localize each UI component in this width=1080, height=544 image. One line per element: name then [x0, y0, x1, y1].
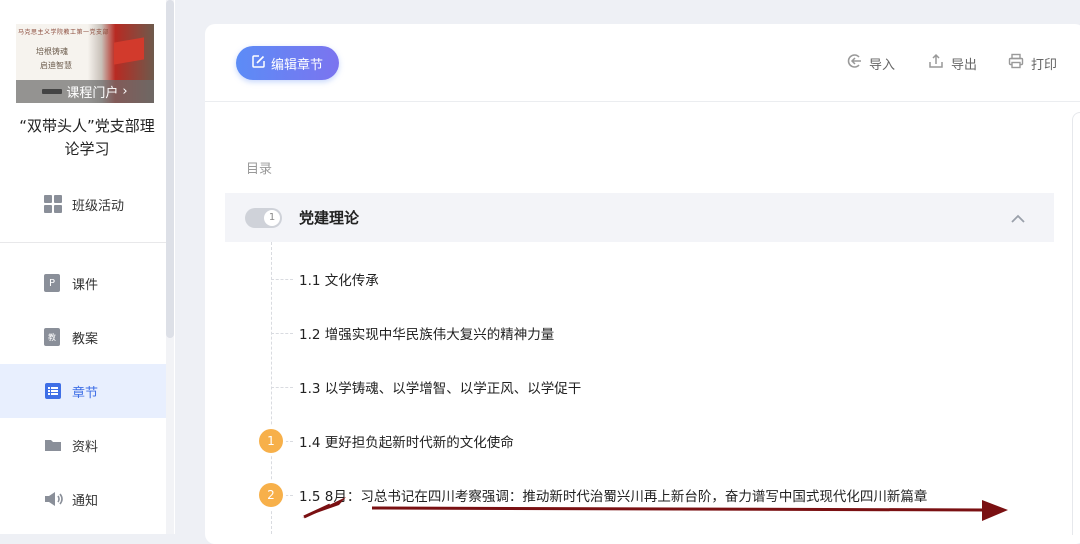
- section-item[interactable]: 1.3 以学铸魂、以学增智、以学正风、以学促干: [271, 377, 581, 397]
- sidebar-item-label: 通知: [72, 493, 99, 509]
- header-divider: [205, 101, 1080, 102]
- edit-chapters-button[interactable]: 编辑章节: [236, 46, 339, 80]
- cover-slogan-line2: 启迪智慧: [40, 61, 72, 70]
- course-cover[interactable]: 马克思主义学院教工第一党支部 培根铸魂 启迪智慧 课程门户 ›: [16, 24, 154, 103]
- side-panel-edge: [1072, 112, 1080, 535]
- folder-icon: [44, 436, 62, 454]
- list-icon: [44, 382, 62, 400]
- tree-branch: [271, 386, 293, 388]
- sidebar-item-label: 教案: [72, 331, 99, 347]
- section-item[interactable]: 1 1.4 更好担负起新时代新的文化使命: [259, 429, 514, 453]
- chevron-right-icon: ›: [122, 84, 128, 99]
- unread-badge: 2: [259, 483, 283, 507]
- toc-label: 目录: [246, 162, 273, 177]
- cover-slogan-line1: 培根铸魂: [36, 47, 68, 56]
- flag-image: [114, 37, 144, 65]
- section-item[interactable]: 1.2 增强实现中华民族伟大复兴的精神力量: [271, 323, 554, 343]
- sidebar-item-class-activity[interactable]: 班级活动: [0, 177, 166, 231]
- sidebar-item-lesson-plan[interactable]: 教 教案: [0, 310, 166, 364]
- tree-branch: [271, 332, 293, 334]
- lesson-plan-icon: 教: [44, 328, 60, 346]
- print-icon: [1008, 53, 1024, 73]
- import-icon: [846, 53, 862, 73]
- course-portal-link[interactable]: 课程门户 ›: [16, 80, 154, 103]
- unread-badge: 1: [259, 429, 283, 453]
- sidebar-item-courseware[interactable]: P 课件: [0, 256, 166, 310]
- grid-icon: [44, 195, 62, 213]
- sidebar-item-label: 资料: [72, 439, 99, 455]
- section-title[interactable]: 1.4 更好担负起新时代新的文化使命: [299, 431, 514, 451]
- sidebar-item-label: 课件: [72, 277, 99, 293]
- section-title[interactable]: 1.5 8月：习总书记在四川考察强调：推动新时代治蜀兴川再上新台阶，奋力谱写中国…: [299, 485, 927, 505]
- chapter-toggle[interactable]: 1: [245, 207, 282, 228]
- portal-badge-icon: [42, 89, 63, 94]
- section-item[interactable]: 2 1.5 8月：习总书记在四川考察强调：推动新时代治蜀兴川再上新台阶，奋力谱写…: [259, 483, 927, 507]
- section-item[interactable]: 1.1 文化传承: [271, 269, 379, 289]
- cover-org-text: 马克思主义学院教工第一党支部: [18, 29, 110, 36]
- sidebar-scrollbar[interactable]: [166, 0, 174, 338]
- print-button[interactable]: 打印: [1008, 52, 1057, 74]
- import-label: 导入: [869, 57, 896, 73]
- sidebar-divider: [0, 242, 166, 243]
- chapter-number: 1: [264, 209, 280, 226]
- edit-chapters-label: 编辑章节: [270, 57, 323, 73]
- export-label: 导出: [951, 57, 978, 73]
- sidebar-item-label: 章节: [72, 385, 99, 401]
- chapter-row[interactable]: 1 党建理论: [225, 193, 1054, 242]
- section-title[interactable]: 1.3 以学铸魂、以学增智、以学正风、以学促干: [299, 377, 581, 397]
- section-title[interactable]: 1.1 文化传承: [299, 269, 379, 289]
- chevron-up-icon[interactable]: [1010, 210, 1026, 229]
- export-icon: [928, 53, 944, 73]
- export-button[interactable]: 导出: [928, 52, 977, 74]
- sidebar-item-chapters[interactable]: 章节: [0, 364, 166, 418]
- sidebar-item-label: 班级活动: [72, 198, 125, 214]
- chapter-title: 党建理论: [299, 209, 360, 227]
- edit-icon: [252, 54, 265, 72]
- speaker-icon: [44, 490, 63, 508]
- import-button[interactable]: 导入: [846, 52, 895, 74]
- print-label: 打印: [1031, 57, 1058, 73]
- course-portal-label: 课程门户: [66, 86, 119, 101]
- course-title: “双带头人”党支部理论学习: [19, 117, 155, 158]
- sidebar-item-materials[interactable]: 资料: [0, 418, 166, 472]
- sidebar-item-notice[interactable]: 通知: [0, 472, 166, 526]
- section-title[interactable]: 1.2 增强实现中华民族伟大复兴的精神力量: [299, 323, 554, 343]
- ppt-icon: P: [44, 274, 60, 292]
- tree-branch: [271, 278, 293, 280]
